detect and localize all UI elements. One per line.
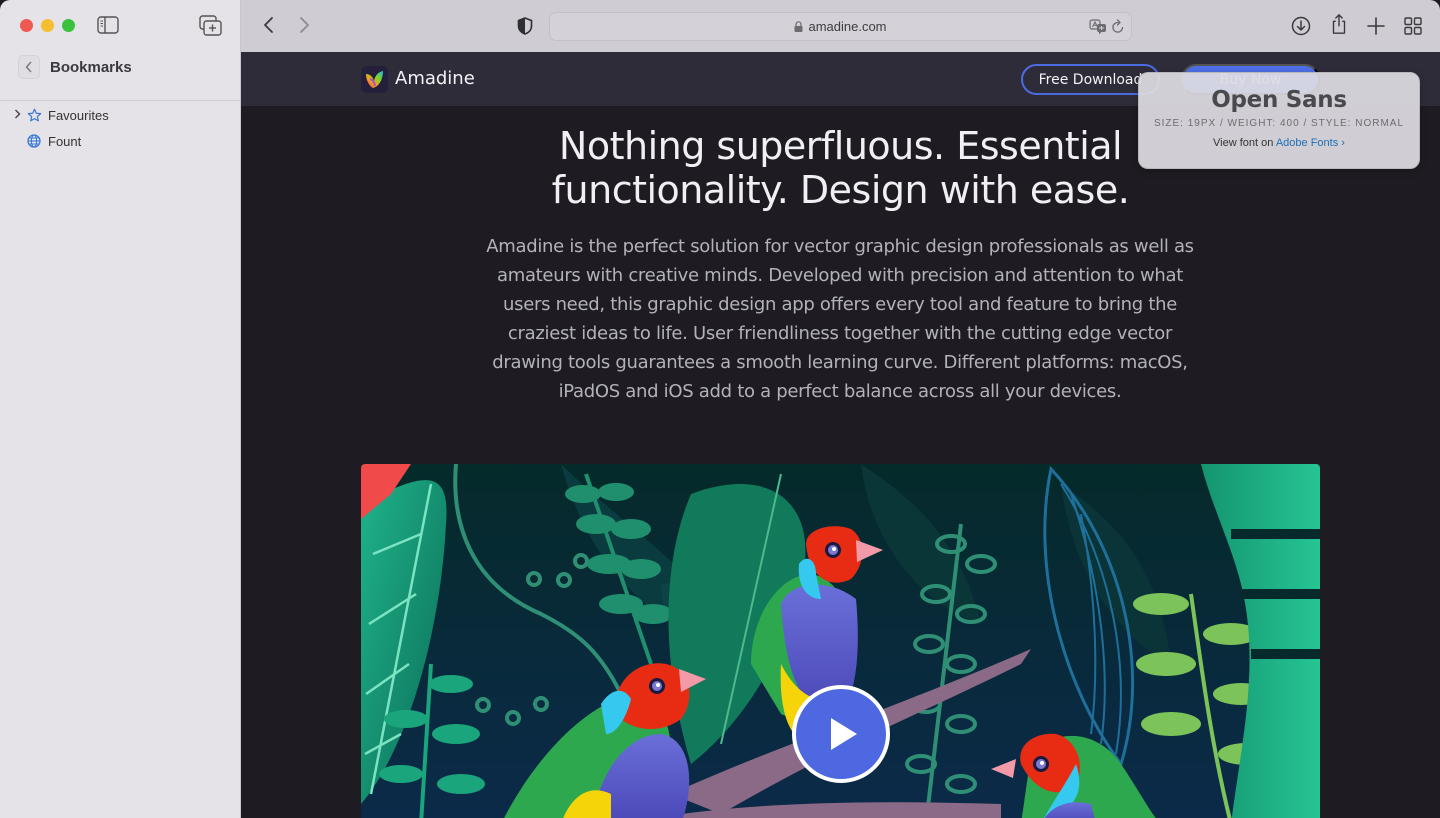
chevron-left-icon [25,61,32,73]
play-icon [831,718,857,750]
star-icon [26,107,42,123]
tab-overview-icon[interactable] [1402,15,1424,37]
sidebar-divider [0,100,240,101]
url-text: amadine.com [808,19,887,34]
sidebar-back-button[interactable] [18,55,40,79]
address-bar[interactable]: amadine.com [549,12,1132,41]
maximize-window-button[interactable] [62,19,75,32]
adobe-fonts-link[interactable]: Adobe Fonts › [1276,137,1345,149]
window-controls [20,19,75,32]
new-tab-icon[interactable] [1365,15,1387,37]
bird-logo-icon [366,71,383,88]
headline-line-2: functionality. Design with ease. [551,168,1130,212]
sidebar-item-favourites[interactable]: Favourites [14,107,109,123]
forward-icon[interactable] [294,15,314,35]
back-icon[interactable] [259,15,279,35]
minimize-window-button[interactable] [41,19,54,32]
browser-toolbar: amadine.com [241,0,1440,52]
headline-line-1: Nothing superfluous. Essential [558,124,1123,168]
download-icon[interactable] [1290,15,1312,37]
sidebar-item-fount[interactable]: Fount [14,133,81,149]
brand-name[interactable]: Amadine [395,68,475,89]
globe-icon [26,133,42,149]
font-info-tooltip: Open Sans SIZE: 19PX / WEIGHT: 400 / STY… [1138,72,1420,169]
bookmarks-sidebar: Bookmarks Favourites Fount [0,0,241,818]
font-name: Open Sans [1211,87,1347,113]
share-icon[interactable] [1328,13,1350,35]
amadine-logo[interactable] [361,66,388,93]
sidebar-toggle-icon[interactable] [97,16,119,34]
reload-icon[interactable] [1111,19,1125,35]
sidebar-title: Bookmarks [50,58,132,76]
view-font-label: View font on [1213,137,1276,149]
hero-video[interactable] [361,464,1320,818]
intro-paragraph: Amadine is the perfect solution for vect… [486,236,1194,402]
play-button[interactable] [792,685,890,783]
sidebar-item-label: Favourites [48,107,109,123]
close-window-button[interactable] [20,19,33,32]
sidebar-header: Bookmarks [18,55,132,79]
chevron-right-icon[interactable] [14,109,26,122]
translate-icon[interactable] [1089,19,1107,35]
tab-group-add-icon[interactable] [199,15,223,37]
font-metadata: SIZE: 19PX / WEIGHT: 400 / STYLE: NORMAL [1153,118,1405,129]
privacy-shield-icon[interactable] [517,17,533,35]
sidebar-item-label: Fount [48,133,82,149]
lock-icon [794,21,803,32]
